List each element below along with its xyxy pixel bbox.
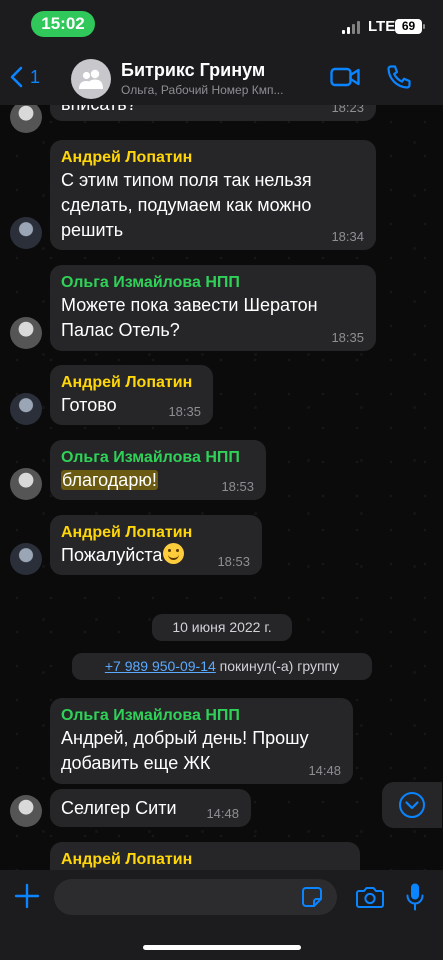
avatar[interactable] — [10, 543, 42, 575]
message-text: Можете пока завести Шератон Палас Отель? — [61, 295, 318, 340]
group-icon — [79, 69, 103, 89]
avatar[interactable] — [10, 217, 42, 249]
message-bubble[interactable]: Андрей Лопатин Пожалуйста 18:53 — [50, 515, 262, 575]
chevron-left-icon — [10, 66, 23, 88]
message-input[interactable] — [54, 879, 337, 915]
message-sender[interactable]: Андрей Лопатин — [61, 147, 365, 168]
group-avatar[interactable] — [71, 59, 111, 99]
status-bar: 15:02 LTE 69 — [0, 0, 443, 50]
microphone-icon[interactable] — [405, 882, 425, 912]
message-sender[interactable]: Ольга Измайлова НПП — [61, 447, 255, 468]
message-time: 18:34 — [331, 229, 364, 244]
message-time: 14:48 — [206, 806, 239, 821]
chat-subtitle[interactable]: Ольга, Рабочий Номер Кмп... — [121, 83, 321, 97]
back-button[interactable]: 1 — [8, 62, 40, 92]
message-bubble[interactable]: Ольга Измайлова НПП Андрей, добрый день!… — [50, 698, 353, 784]
system-message-text: покинул(-а) группу — [215, 658, 340, 674]
plus-icon[interactable] — [14, 883, 40, 909]
avatar[interactable] — [10, 468, 42, 500]
avatar[interactable] — [10, 393, 42, 425]
avatar[interactable] — [10, 317, 42, 349]
message-bubble[interactable]: Андрей Лопатин — [50, 842, 360, 870]
message-bubble[interactable]: Ольга Измайлова НПП благодарю! 18:53 — [50, 440, 266, 500]
message-time: 18:53 — [221, 479, 254, 494]
smiling-face-emoji — [163, 543, 185, 564]
system-message: +7 989 950-09-14 покинул(-а) группу — [72, 653, 372, 680]
chat-title[interactable]: Битрикс Гринум — [121, 60, 265, 81]
network-type: LTE — [368, 18, 396, 35]
phone-link[interactable]: +7 989 950-09-14 — [105, 658, 216, 674]
message-bubble[interactable]: Андрей Лопатин Готово 18:35 — [50, 365, 213, 425]
scroll-to-bottom-button[interactable] — [382, 782, 442, 828]
message-sender[interactable]: Андрей Лопатин — [61, 849, 349, 870]
message-bubble[interactable]: Ольга Измайлова НПП Можете пока завести … — [50, 265, 376, 351]
message-text: благодарю! — [61, 470, 158, 490]
home-indicator — [143, 945, 301, 950]
message-time: 14:48 — [308, 763, 341, 778]
phone-icon[interactable] — [386, 64, 412, 90]
message-text: Андрей, добрый день! Прошу добавить еще … — [61, 728, 309, 773]
message-sender[interactable]: Ольга Измайлова НПП — [61, 705, 342, 726]
video-camera-icon[interactable] — [330, 66, 360, 88]
message-time: 18:35 — [331, 330, 364, 345]
status-time: 15:02 — [31, 11, 95, 37]
chevron-down-circle-icon — [399, 792, 425, 818]
message-bubble[interactable]: вписать? 18:23 — [50, 105, 376, 121]
avatar[interactable] — [10, 105, 42, 133]
message-time: 18:23 — [331, 105, 364, 115]
battery-icon: 69 — [395, 19, 425, 34]
camera-icon[interactable] — [356, 885, 384, 909]
signal-icon — [342, 20, 362, 34]
message-text: С этим типом поля так нельзя сделать, по… — [61, 170, 312, 240]
message-bubble[interactable]: Селигер Сити 14:48 — [50, 789, 251, 827]
avatar[interactable] — [10, 795, 42, 827]
message-time: 18:53 — [217, 554, 250, 569]
message-sender[interactable]: Андрей Лопатин — [61, 522, 251, 543]
message-text: вписать? — [61, 105, 365, 117]
sticker-icon[interactable] — [301, 886, 323, 908]
chat-header: 1 Битрикс Гринум Ольга, Рабочий Номер Км… — [0, 50, 443, 105]
message-list[interactable]: вписать? 18:23 Андрей Лопатин С этим тип… — [0, 105, 443, 870]
date-separator: 10 июня 2022 г. — [152, 614, 292, 641]
message-text: Пожалуйста — [61, 545, 163, 565]
message-sender[interactable]: Ольга Измайлова НПП — [61, 272, 365, 293]
back-count: 1 — [30, 66, 41, 87]
message-bubble[interactable]: Андрей Лопатин С этим типом поля так нел… — [50, 140, 376, 250]
message-sender[interactable]: Андрей Лопатин — [61, 372, 202, 393]
message-time: 18:35 — [168, 404, 201, 419]
